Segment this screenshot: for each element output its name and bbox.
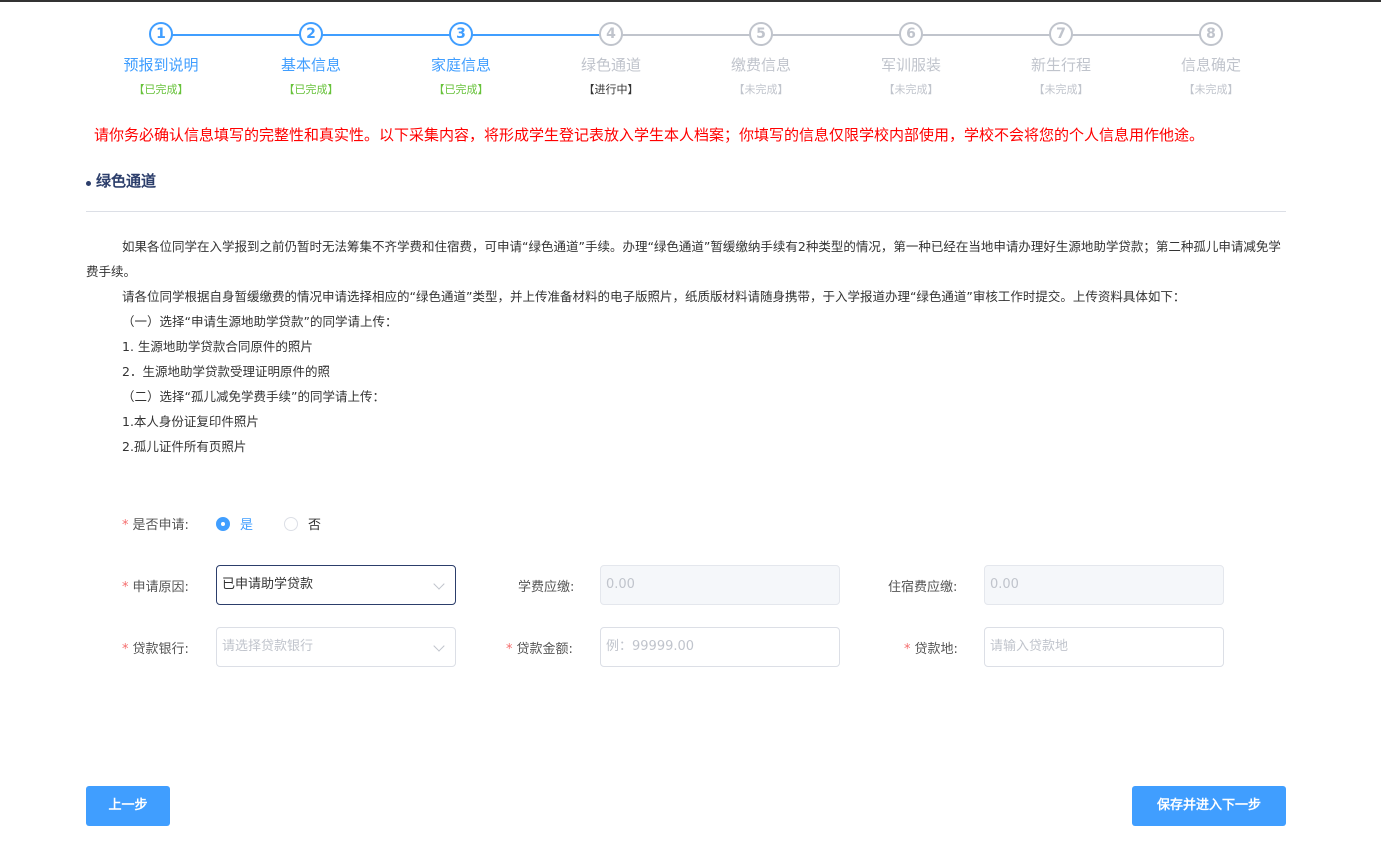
bank-label: * 贷款银行:: [122, 642, 189, 657]
instruction-item: 1. 生源地助学贷款合同原件的照片: [122, 339, 313, 354]
step-title: 军训服装: [880, 56, 941, 74]
step-status: 【已完成】: [433, 83, 489, 96]
place-placeholder: 请输入贷款地: [990, 639, 1069, 654]
apply-no-radio[interactable]: 否: [284, 514, 321, 533]
step-title: 新生行程: [1030, 56, 1091, 74]
bank-placeholder: 请选择贷款银行: [222, 639, 314, 654]
dorm-label: 住宿费应缴:: [888, 580, 958, 595]
step-title: 预报到说明: [123, 56, 199, 74]
radio-label: 是: [240, 518, 254, 533]
step-status: 【未完成】: [733, 83, 789, 96]
step-number: 3: [449, 22, 473, 46]
step-2[interactable]: 2 基本信息 【已完成】: [236, 22, 386, 97]
radio-checked-icon: [216, 516, 230, 531]
radio-label: 否: [308, 518, 322, 533]
amount-label: * 贷款金额:: [506, 642, 573, 657]
prev-button[interactable]: 上一步: [86, 786, 170, 826]
chevron-down-icon: [433, 640, 445, 652]
step-4[interactable]: 4 绿色通道 【进行中】: [536, 22, 686, 97]
loan-amount-input[interactable]: 例：99999.00: [600, 627, 840, 667]
step-7[interactable]: 7 新生行程 【未完成】: [986, 22, 1136, 97]
step-status: 【已完成】: [283, 83, 339, 96]
instruction-item: （一）选择“申请生源地助学贷款”的同学请上传：: [122, 314, 398, 329]
step-title: 绿色通道: [580, 56, 641, 74]
apply-label: * 是否申请:: [122, 518, 189, 533]
reason-value: 已申请助学贷款: [222, 577, 314, 592]
step-number: 1: [149, 22, 173, 46]
instruction-item: 1.本人身份证复印件照片: [122, 414, 259, 429]
step-status: 【未完成】: [1183, 83, 1239, 96]
place-label: * 贷款地:: [904, 642, 958, 657]
step-status: 【进行中】: [583, 83, 639, 96]
step-status: 【未完成】: [1033, 83, 1089, 96]
bullet-icon: [86, 181, 91, 186]
step-number: 6: [899, 22, 923, 46]
section-title: 绿色通道: [86, 170, 156, 191]
reason-label: * 申请原因:: [122, 580, 189, 595]
apply-yes-radio[interactable]: 是: [216, 514, 253, 533]
instructions: 如果各位同学在入学报到之前仍暂时无法筹集不齐学费和住宿费，可申请“绿色通道”手续…: [86, 234, 1286, 459]
step-title: 基本信息: [280, 56, 341, 74]
step-number: 5: [749, 22, 773, 46]
step-number: 4: [599, 22, 623, 46]
step-title: 缴费信息: [730, 56, 791, 74]
step-number: 8: [1199, 22, 1223, 46]
step-6[interactable]: 6 军训服装 【未完成】: [836, 22, 986, 97]
step-status: 【已完成】: [133, 83, 189, 96]
step-number: 7: [1049, 22, 1073, 46]
save-next-button[interactable]: 保存并进入下一步: [1132, 786, 1286, 826]
step-8[interactable]: 8 信息确定 【未完成】: [1136, 22, 1286, 97]
amount-placeholder: 例：99999.00: [606, 639, 695, 654]
chevron-down-icon: [433, 578, 445, 590]
instruction-item: 2．生源地助学贷款受理证明原件的照: [122, 364, 330, 379]
tuition-label: 学费应缴:: [518, 580, 575, 595]
step-title: 家庭信息: [430, 56, 491, 74]
step-status: 【未完成】: [883, 83, 939, 96]
divider: [86, 211, 1286, 212]
section-title-text: 绿色通道: [96, 172, 157, 190]
step-number: 2: [299, 22, 323, 46]
step-1[interactable]: 1 预报到说明 【已完成】: [86, 22, 236, 97]
step-5[interactable]: 5 缴费信息 【未完成】: [686, 22, 836, 97]
radio-unchecked-icon: [284, 516, 298, 531]
reason-select[interactable]: 已申请助学贷款: [216, 565, 456, 605]
instruction-paragraph: 如果各位同学在入学报到之前仍暂时无法筹集不齐学费和住宿费，可申请“绿色通道”手续…: [86, 239, 1281, 279]
step-title: 信息确定: [1180, 56, 1241, 74]
notice-text: 请你务必确认信息填写的完整性和真实性。以下采集内容，将形成学生登记表放入学生本人…: [94, 126, 1205, 144]
dorm-fee-field: 0.00: [984, 565, 1224, 605]
dorm-fee-value: 0.00: [990, 577, 1019, 592]
tuition-value: 0.00: [606, 577, 635, 592]
tuition-field: 0.00: [600, 565, 840, 605]
progress-steps: 1 预报到说明 【已完成】 2 基本信息 【已完成】 3 家庭信息 【已完成】 …: [86, 22, 1286, 102]
loan-place-input[interactable]: 请输入贷款地: [984, 627, 1224, 667]
top-border: [0, 0, 1381, 2]
instruction-item: 2.孤儿证件所有页照片: [122, 439, 247, 454]
step-3[interactable]: 3 家庭信息 【已完成】: [386, 22, 536, 97]
instruction-item: （二）选择“孤儿减免学费手续”的同学请上传：: [122, 389, 385, 404]
bank-select[interactable]: 请选择贷款银行: [216, 627, 456, 667]
instruction-paragraph: 请各位同学根据自身暂缓缴费的情况申请选择相应的“绿色通道”类型，并上传准备材料的…: [122, 289, 1186, 304]
